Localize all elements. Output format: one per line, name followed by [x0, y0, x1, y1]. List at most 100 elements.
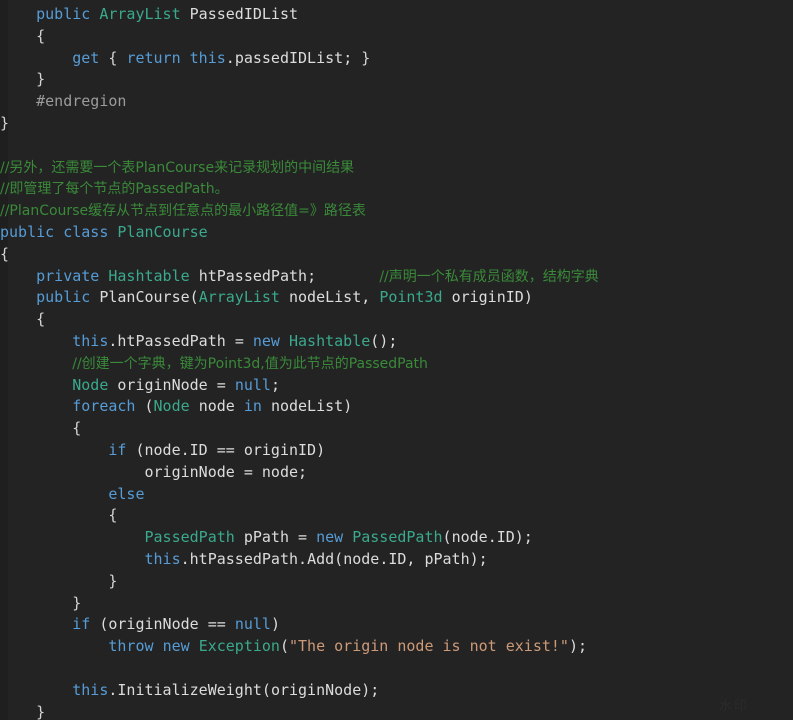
- code-line[interactable]: #endregion: [0, 91, 793, 113]
- code-line[interactable]: //创建一个字典，键为Point3d,值为此节点的PassedPath: [0, 353, 793, 375]
- code-line[interactable]: get { return this.passedIDList; }: [0, 48, 793, 70]
- punct-token: .: [180, 440, 190, 459]
- punct-token: ,: [361, 288, 371, 307]
- punct-token: (: [279, 637, 289, 656]
- code-line[interactable]: }: [0, 113, 793, 135]
- code-line[interactable]: {: [0, 244, 793, 266]
- punct-token: ): [343, 397, 353, 416]
- punct-token: (: [144, 397, 154, 416]
- type-token: Point3d: [379, 288, 443, 307]
- code-line[interactable]: //即管理了每个节点的PassedPath。: [0, 178, 793, 200]
- keyword-token: public: [36, 5, 91, 23]
- identifier-token: htPassedPath: [198, 266, 308, 285]
- keyword-token: throw: [108, 637, 154, 656]
- identifier-token: node: [343, 549, 380, 568]
- code-line[interactable]: {: [0, 505, 793, 527]
- code-line-empty[interactable]: [0, 658, 793, 680]
- keyword-token: get: [72, 48, 100, 67]
- code-line[interactable]: //另外，还需要一个表PlanCourse来记录规划的中间结果: [0, 157, 793, 179]
- comment-token: //声明一个私有成员函数，结构字典: [379, 268, 599, 285]
- code-line[interactable]: public PlanCourse(ArrayList nodeList, Po…: [0, 287, 793, 309]
- code-line[interactable]: Node originNode = null;: [0, 375, 793, 397]
- code-editor[interactable]: public ArrayList PassedIDList { get { re…: [0, 0, 793, 720]
- code-line[interactable]: }: [0, 702, 793, 720]
- identifier-token: node: [451, 528, 488, 547]
- comment-token: //PlanCourse缓存从节点到任意点的最小路径值=》路径表: [0, 203, 366, 220]
- punct-token: ): [270, 615, 280, 634]
- punct-token: ();: [370, 331, 398, 350]
- code-line[interactable]: this.htPassedPath.Add(node.ID, pPath);: [0, 549, 793, 571]
- punct-token: =: [298, 528, 308, 547]
- punct-token: .: [379, 549, 389, 568]
- keyword-token: if: [72, 615, 91, 634]
- code-line[interactable]: foreach (Node node in nodeList): [0, 396, 793, 418]
- keyword-token: new: [316, 528, 344, 547]
- identifier-token: originID: [451, 288, 524, 307]
- identifier-token: nodeList: [270, 397, 344, 416]
- punct-token: =: [243, 462, 253, 481]
- punct-token: ): [316, 440, 326, 459]
- punct-token: .: [225, 48, 235, 67]
- code-line[interactable]: //PlanCourse缓存从节点到任意点的最小路径值=》路径表: [0, 200, 793, 222]
- code-line[interactable]: public class PlanCourse: [0, 222, 793, 244]
- punct-token: .: [487, 528, 497, 547]
- code-line[interactable]: {: [0, 418, 793, 440]
- comment-token: //另外，还需要一个表PlanCourse来记录规划的中间结果: [0, 159, 355, 176]
- code-line[interactable]: PassedPath pPath = new PassedPath(node.I…: [0, 527, 793, 549]
- keyword-token: new: [252, 331, 280, 350]
- code-line[interactable]: {: [0, 26, 793, 48]
- type-token: PassedPath: [352, 528, 443, 547]
- code-line-empty[interactable]: [0, 135, 793, 157]
- brace-token: {: [108, 48, 118, 67]
- punct-token: (: [135, 440, 145, 459]
- keyword-token: this: [189, 48, 226, 67]
- keyword-token: this: [144, 549, 181, 568]
- identifier-token: InitializeWeight: [117, 680, 262, 699]
- keyword-token: foreach: [72, 397, 136, 416]
- identifier-token: ID: [388, 549, 407, 568]
- comment-token: //即管理了每个节点的PassedPath。: [0, 181, 229, 198]
- punct-token: ;: [343, 48, 353, 67]
- code-line[interactable]: else: [0, 484, 793, 506]
- punct-token: (: [261, 680, 271, 699]
- punct-token: );: [514, 528, 533, 547]
- keyword-token: public: [0, 222, 55, 241]
- code-line[interactable]: {: [0, 309, 793, 331]
- brace-token: }: [72, 593, 82, 612]
- identifier-token: originNode: [117, 375, 208, 394]
- identifier-token: originID: [243, 440, 317, 459]
- punct-token: );: [469, 549, 488, 568]
- code-line[interactable]: }: [0, 571, 793, 593]
- identifier-token: ID: [189, 440, 208, 459]
- brace-token: {: [36, 26, 46, 45]
- code-line[interactable]: if (originNode == null): [0, 614, 793, 636]
- type-token: ArrayList: [198, 288, 280, 307]
- keyword-token: private: [36, 266, 100, 285]
- punct-token: ;: [270, 375, 280, 394]
- keyword-token: return: [126, 48, 181, 67]
- code-line[interactable]: }: [0, 69, 793, 91]
- punct-token: ==: [216, 440, 235, 459]
- identifier-token: node: [198, 397, 235, 416]
- code-surface[interactable]: public ArrayList PassedIDList { get { re…: [0, 0, 793, 720]
- identifier-token: PlanCourse: [99, 288, 190, 307]
- code-line[interactable]: throw new Exception("The origin node is …: [0, 636, 793, 658]
- punct-token: .: [180, 549, 190, 568]
- code-line[interactable]: private Hashtable htPassedPath; //声明一个私有…: [0, 266, 793, 288]
- code-line[interactable]: this.htPassedPath = new Hashtable();: [0, 331, 793, 353]
- type-token: Node: [72, 375, 109, 394]
- keyword-token: this: [72, 680, 109, 699]
- code-line[interactable]: public ArrayList PassedIDList: [0, 4, 793, 26]
- brace-token: }: [36, 702, 46, 720]
- code-line[interactable]: originNode = node;: [0, 462, 793, 484]
- type-token: Node: [153, 397, 190, 416]
- keyword-token: in: [243, 397, 262, 416]
- code-line[interactable]: this.InitializeWeight(originNode);: [0, 680, 793, 702]
- punct-token: (: [442, 528, 452, 547]
- punct-token: (: [189, 288, 199, 307]
- identifier-token: Add: [307, 549, 335, 568]
- keyword-token: else: [108, 484, 145, 503]
- punct-token: );: [568, 637, 588, 656]
- code-line[interactable]: }: [0, 593, 793, 615]
- code-line[interactable]: if (node.ID == originID): [0, 440, 793, 462]
